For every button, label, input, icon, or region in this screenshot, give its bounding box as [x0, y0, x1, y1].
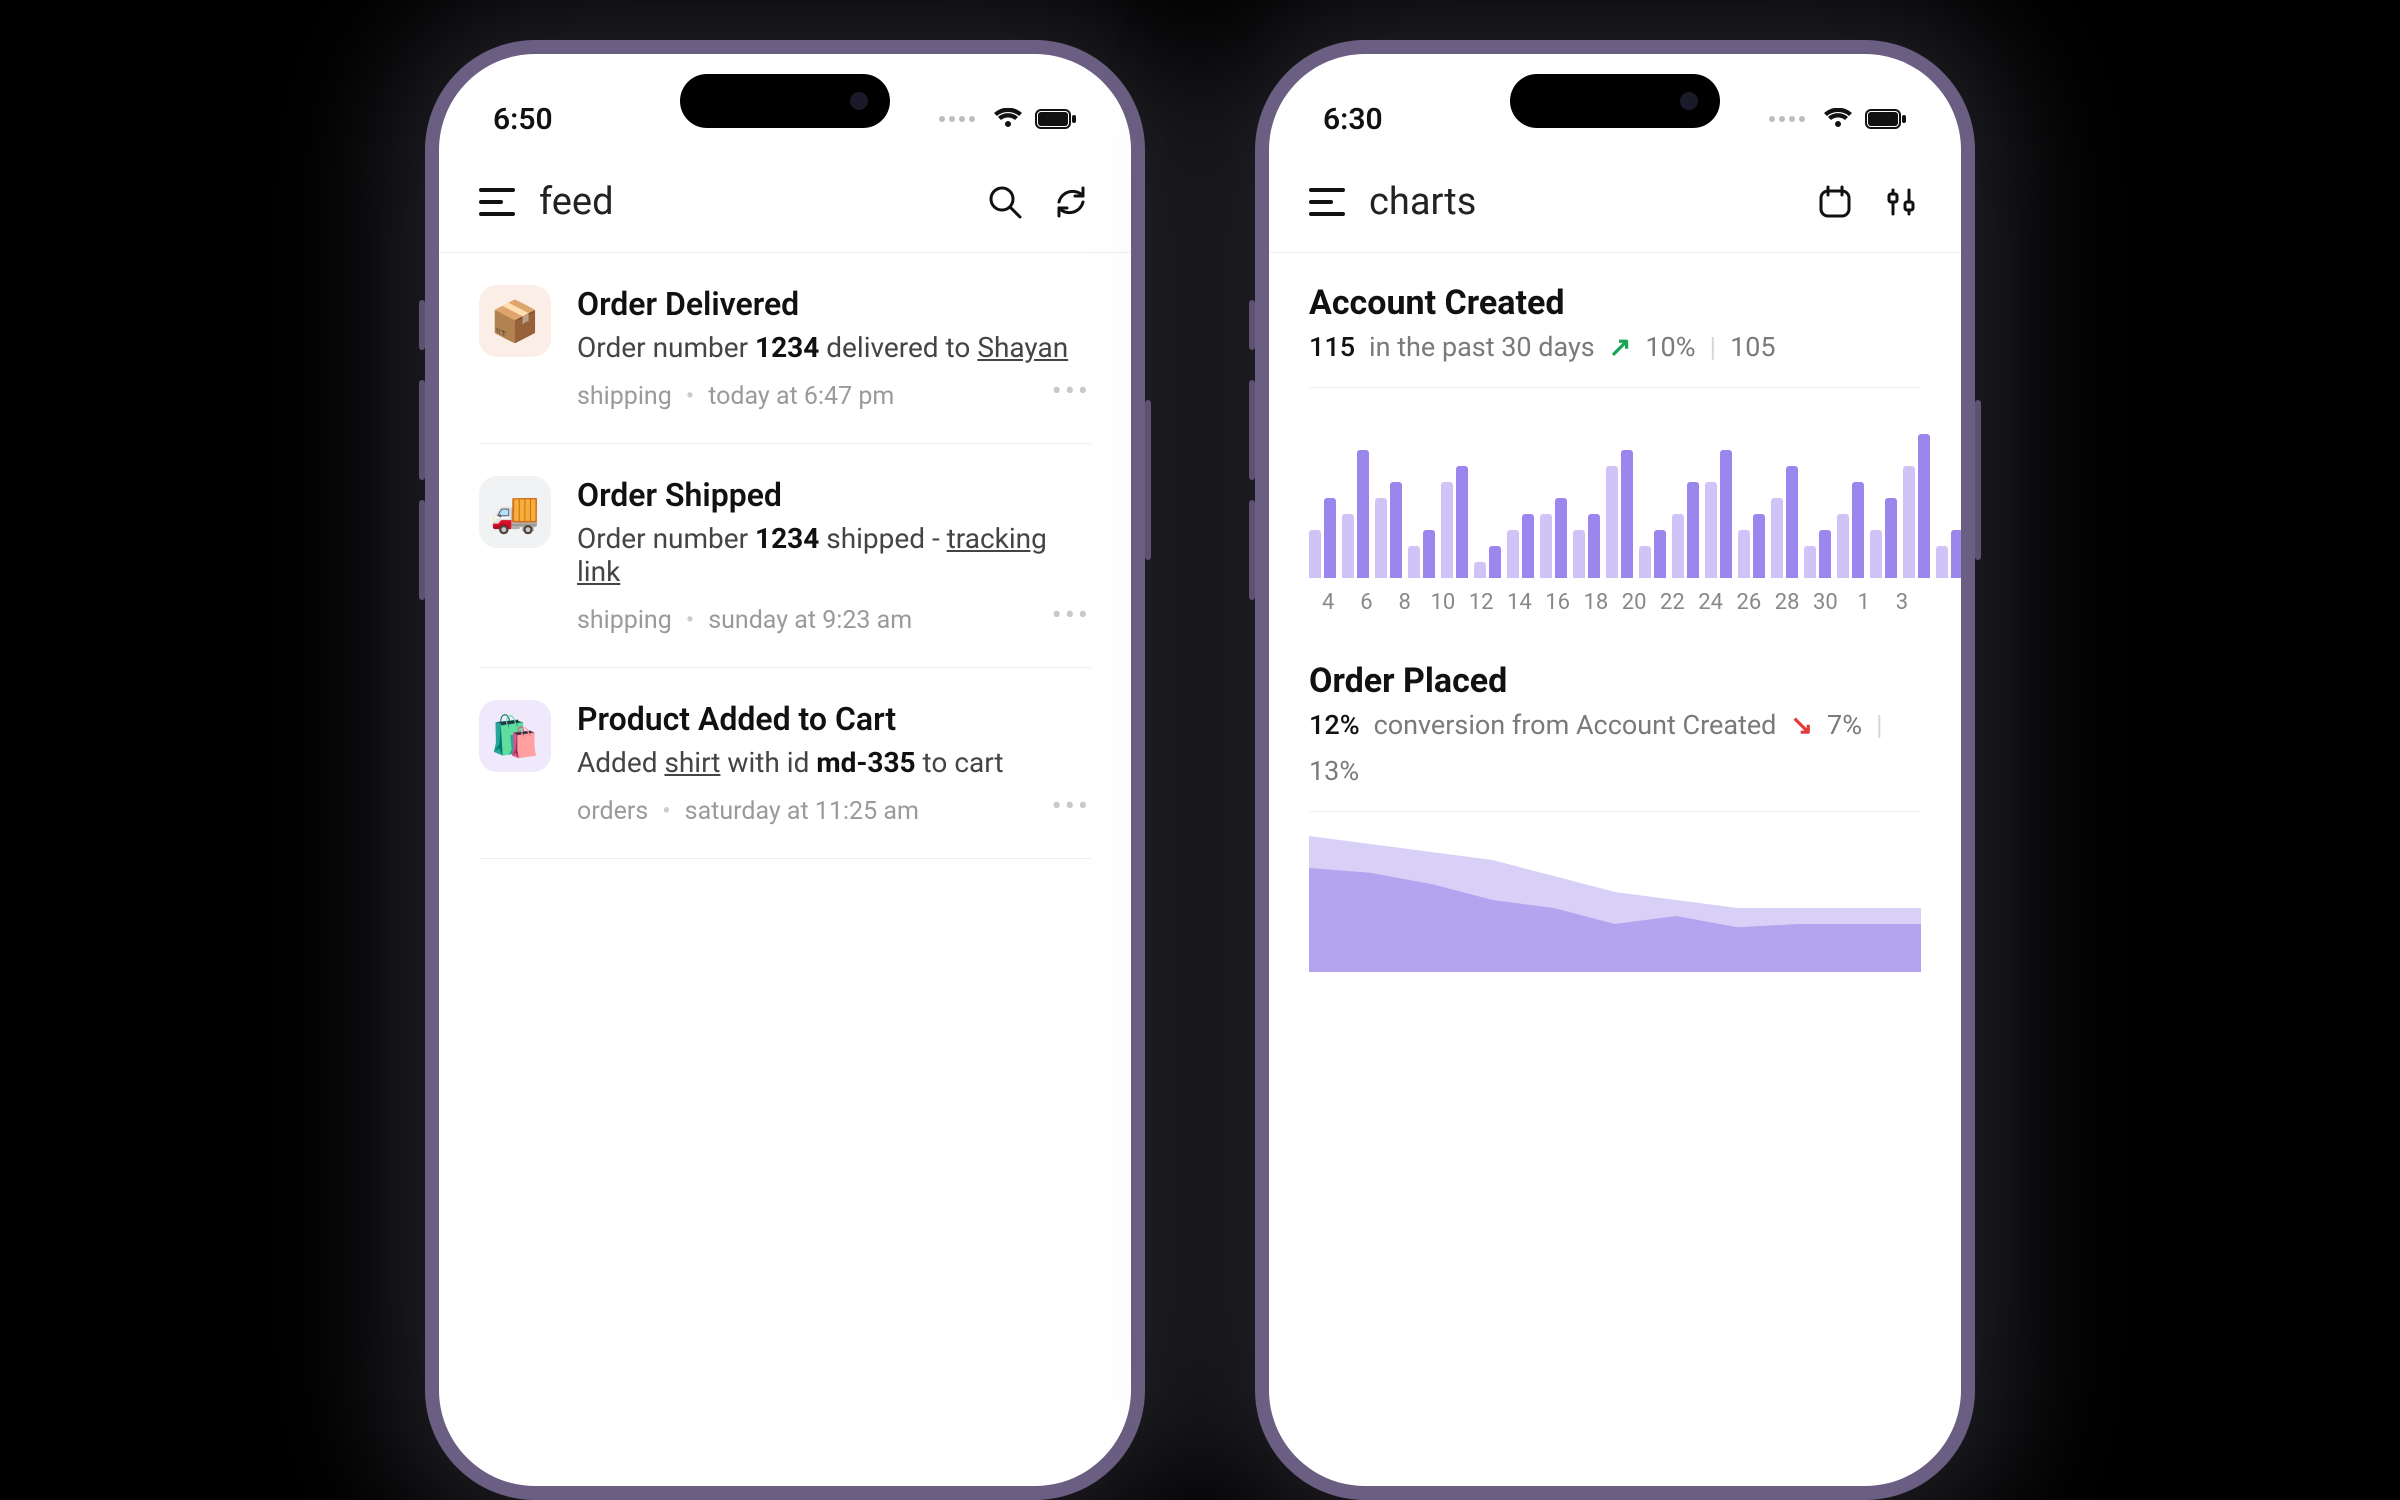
battery-icon [1865, 109, 1907, 129]
chart-period: in the past 30 days [1369, 331, 1595, 363]
feed-item-detail: Order number 1234 delivered to Shayan [577, 331, 1091, 364]
bar-group [1804, 530, 1831, 578]
x-tick: 18 [1577, 590, 1615, 615]
chart-title: Account Created [1309, 283, 1921, 323]
x-tick: 8 [1386, 590, 1424, 615]
chart-subtitle: 115 in the past 30 days ↗ 10% | 105 [1309, 331, 1921, 363]
settings-sliders-icon[interactable] [1881, 182, 1921, 222]
x-tick: 28 [1768, 590, 1806, 615]
notch [1510, 74, 1720, 128]
feed-item-meta: shipping•sunday at 9:23 am [577, 606, 1091, 635]
status-time: 6:50 [493, 102, 553, 137]
bar-group [1507, 514, 1534, 578]
chart-period: conversion from Account Created [1374, 709, 1777, 741]
x-tick: 20 [1615, 590, 1653, 615]
chart-subtitle: 12% conversion from Account Created ↘ 7%… [1309, 709, 1921, 787]
bar-group [1738, 514, 1765, 578]
refresh-icon[interactable] [1051, 182, 1091, 222]
feed-item-title: Order Delivered [577, 285, 1091, 323]
bar-group [1573, 514, 1600, 578]
x-tick: 26 [1730, 590, 1768, 615]
search-icon[interactable] [985, 182, 1025, 222]
bar-group [1309, 498, 1336, 578]
x-tick: 16 [1539, 590, 1577, 615]
feed-item-detail: Order number 1234 shipped - tracking lin… [577, 522, 1091, 588]
x-tick: 6 [1347, 590, 1385, 615]
more-icon[interactable]: ••• [1052, 374, 1091, 409]
page-title: charts [1369, 180, 1791, 224]
chart-count: 115 [1309, 331, 1355, 363]
bar-group [1870, 498, 1897, 578]
chart-title: Order Placed [1309, 661, 1921, 701]
page-title: feed [539, 180, 961, 224]
chart-trend-pct: 10% [1645, 331, 1695, 363]
bar-group [1375, 482, 1402, 578]
phone-left: 6:50 feed [425, 40, 1145, 1500]
chart-compare: 13% [1309, 755, 1359, 787]
phone-right: 6:30 charts [1255, 40, 1975, 1500]
menu-icon[interactable] [1309, 188, 1345, 216]
x-tick: 10 [1424, 590, 1462, 615]
x-tick: 4 [1309, 590, 1347, 615]
bar-chart-x-axis: 468101214161820222426283013 [1309, 590, 1921, 615]
status-time: 6:30 [1323, 102, 1383, 137]
chart-trend-pct: 7% [1827, 709, 1862, 741]
trend-down-icon: ↘ [1790, 709, 1813, 741]
feed-item-meta: orders•saturday at 11:25 am [577, 797, 1091, 826]
x-tick: 14 [1500, 590, 1538, 615]
feed-item-detail: Added shirt with id md-335 to cart [577, 746, 1091, 779]
cell-signal-icon [939, 116, 975, 122]
feed-item-meta: shipping•today at 6:47 pm [577, 382, 1091, 411]
feed-list[interactable]: 📦 Order Delivered Order number 1234 delive… [439, 253, 1131, 859]
wifi-icon [1823, 108, 1853, 130]
bar-group [1837, 482, 1864, 578]
x-tick: 22 [1653, 590, 1691, 615]
bar-chart [1309, 408, 1921, 578]
feed-item[interactable]: 📦 Order Delivered Order number 1234 delive… [479, 253, 1091, 444]
x-tick: 12 [1462, 590, 1500, 615]
app-header: charts [1269, 150, 1961, 253]
trend-up-icon: ↗ [1609, 331, 1632, 363]
more-icon[interactable]: ••• [1052, 598, 1091, 633]
x-tick: 30 [1806, 590, 1844, 615]
wifi-icon [993, 108, 1023, 130]
feed-item-title: Order Shipped [577, 476, 1091, 514]
bar-group [1342, 450, 1369, 578]
bar-group [1705, 450, 1732, 578]
battery-icon [1035, 109, 1077, 129]
cell-signal-icon [1769, 116, 1805, 122]
bar-group [1936, 530, 1961, 578]
bar-group [1408, 530, 1435, 578]
notch [680, 74, 890, 128]
feed-item[interactable]: 🛍️ Product Added to Cart Added shirt with … [479, 668, 1091, 859]
x-tick: 1 [1845, 590, 1883, 615]
feed-item[interactable]: 🚚 Order Shipped Order number 1234 shipped … [479, 444, 1091, 668]
x-tick: 24 [1692, 590, 1730, 615]
area-chart [1309, 812, 1921, 972]
more-icon[interactable]: ••• [1052, 789, 1091, 824]
chart-card-order-placed[interactable]: Order Placed 12% conversion from Account… [1309, 661, 1921, 976]
calendar-icon[interactable] [1815, 182, 1855, 222]
chart-card-account-created[interactable]: Account Created 115 in the past 30 days … [1309, 283, 1921, 615]
chart-compare: 105 [1730, 331, 1776, 363]
feed-item-title: Product Added to Cart [577, 700, 1091, 738]
bar-group [1606, 450, 1633, 578]
x-tick: 3 [1883, 590, 1921, 615]
bar-group [1903, 434, 1930, 578]
bar-group [1474, 546, 1501, 578]
menu-icon[interactable] [479, 188, 515, 216]
bar-group [1672, 482, 1699, 578]
bar-group [1441, 466, 1468, 578]
bar-group [1540, 498, 1567, 578]
app-header: feed [439, 150, 1131, 253]
package-icon: 📦 [479, 285, 551, 357]
bar-group [1771, 466, 1798, 578]
bar-group [1639, 530, 1666, 578]
chart-count: 12% [1309, 709, 1360, 741]
truck-icon: 🚚 [479, 476, 551, 548]
shopping-bags-icon: 🛍️ [479, 700, 551, 772]
